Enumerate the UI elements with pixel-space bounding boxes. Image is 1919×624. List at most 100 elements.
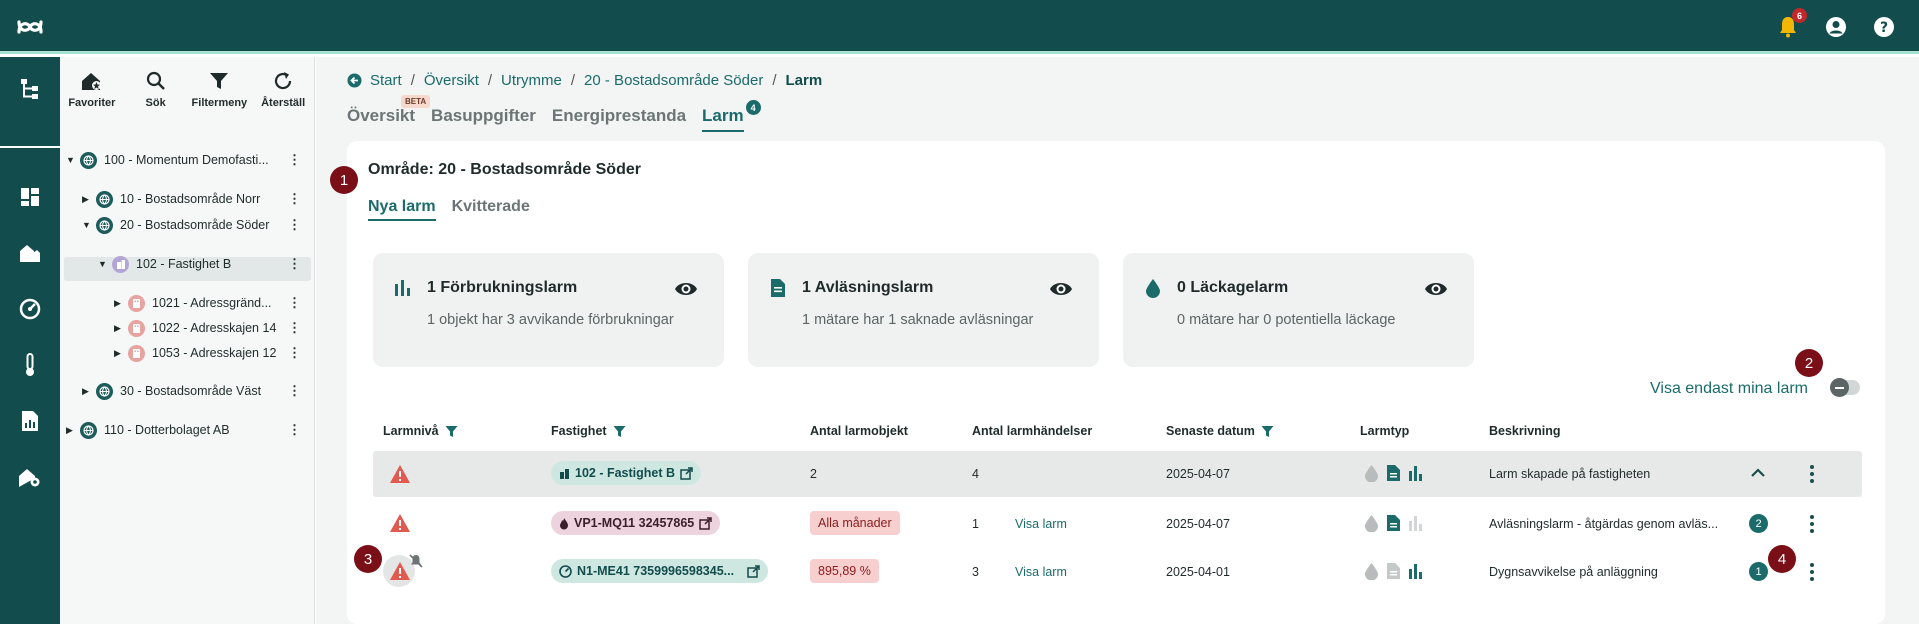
tree-node-10[interactable]: ▶ 10 - Bostadsområde Norr ⋮ xyxy=(82,188,311,210)
property-icon[interactable] xyxy=(0,233,60,273)
summary-card-forbrukning: 1 Förbrukningslarm 1 objekt har 3 avvika… xyxy=(373,253,724,367)
external-link-icon[interactable] xyxy=(747,564,760,578)
filter-icon[interactable] xyxy=(1261,425,1274,438)
row-menu-kebab-icon[interactable] xyxy=(1809,465,1815,483)
visa-larm-link[interactable]: Visa larm xyxy=(1015,565,1067,579)
header-antal-larmhandelser: Antal larmhändelser xyxy=(972,424,1092,438)
favorites-button[interactable]: Favoriter xyxy=(62,71,122,109)
report-document-icon[interactable] xyxy=(0,401,60,441)
tree-node-100[interactable]: ▼ 100 - Momentum Demofasti... ⋮ xyxy=(66,149,311,171)
mine-alarms-label: Visa endast mina larm xyxy=(1650,380,1808,397)
globe-icon xyxy=(96,382,113,400)
settings-building-icon[interactable] xyxy=(0,457,60,497)
tree-node-30[interactable]: ▶ 30 - Bostadsområde Väst ⋮ xyxy=(82,380,311,402)
thermometer-icon[interactable] xyxy=(0,345,60,385)
summary-desc: 1 mätare har 1 saknade avläsningar xyxy=(802,312,1034,328)
water-drop-icon xyxy=(1365,465,1378,482)
breadcrumb-omrade[interactable]: 20 - Bostadsområde Söder xyxy=(584,72,763,89)
notifications-bell-icon[interactable]: 6 xyxy=(1775,8,1807,40)
eye-icon[interactable] xyxy=(1049,277,1073,301)
caret-right-icon[interactable]: ▶ xyxy=(114,298,128,309)
dashboard-icon[interactable] xyxy=(0,177,60,217)
fastighet-pill[interactable]: 102 - Fastighet B xyxy=(551,461,702,485)
filter-menu-button[interactable]: Filtermeny xyxy=(189,71,249,109)
subtab-nya-larm[interactable]: Nya larm xyxy=(368,198,436,221)
tree-toolbar: Favoriter Sök Filtermeny Återställ xyxy=(60,71,315,109)
rail-divider xyxy=(0,146,60,148)
breadcrumb-current: Larm xyxy=(785,72,823,89)
reset-button[interactable]: Återställ xyxy=(253,71,313,109)
sub-tabs: Nya larm Kvitterade xyxy=(368,198,530,221)
tab-label: Översikt xyxy=(347,106,416,125)
caret-down-icon[interactable]: ▼ xyxy=(66,155,80,165)
momentum-logo-icon[interactable] xyxy=(16,16,44,38)
summary-title: 1 Avläsningslarm xyxy=(802,279,934,296)
mine-alarms-toggle[interactable] xyxy=(1830,378,1860,397)
water-drop-icon xyxy=(1146,279,1160,298)
summary-card-lackage: 0 Läckagelarm 0 mätare har 0 potentiella… xyxy=(1123,253,1474,367)
refresh-icon xyxy=(275,72,292,90)
tree-node-1021[interactable]: ▶ 1021 - Adressgränd... ⋮ xyxy=(114,292,311,314)
account-icon[interactable] xyxy=(1823,14,1849,40)
caret-right-icon[interactable]: ▶ xyxy=(114,323,128,334)
gauge-icon[interactable] xyxy=(0,289,60,329)
cell-antal-handelser: 3 xyxy=(972,565,979,579)
subtab-kvitterade[interactable]: Kvitterade xyxy=(452,198,530,221)
more-options-icon[interactable]: ⋮ xyxy=(288,217,301,233)
more-options-icon[interactable]: ⋮ xyxy=(288,320,301,336)
search-button[interactable]: Sök xyxy=(126,71,186,109)
more-options-icon[interactable]: ⋮ xyxy=(288,422,301,438)
row-menu-kebab-icon[interactable] xyxy=(1809,563,1815,581)
more-options-icon[interactable]: ⋮ xyxy=(288,191,301,207)
document-icon xyxy=(771,279,785,297)
bar-chart-icon xyxy=(1409,564,1422,579)
filter-icon[interactable] xyxy=(613,425,626,438)
caret-down-icon[interactable]: ▼ xyxy=(98,259,112,269)
tab-oversikt[interactable]: Översikt BETA xyxy=(347,95,431,132)
tree-node-20[interactable]: ▼ 20 - Bostadsområde Söder ⋮ xyxy=(82,214,311,236)
more-options-icon[interactable]: ⋮ xyxy=(288,256,301,272)
bar-chart-icon xyxy=(1409,466,1422,481)
caret-down-icon[interactable]: ▼ xyxy=(82,220,96,230)
more-options-icon[interactable]: ⋮ xyxy=(288,152,301,168)
bar-chart-icon xyxy=(1409,516,1422,531)
external-link-icon[interactable] xyxy=(699,516,712,530)
cell-beskrivning: Avläsningslarm - åtgärdas genom avläs... xyxy=(1489,517,1719,531)
breadcrumb-utrymme[interactable]: Utrymme xyxy=(501,72,562,89)
breadcrumb-start[interactable]: Start xyxy=(370,72,402,89)
caret-right-icon[interactable]: ▶ xyxy=(114,348,128,359)
external-link-icon[interactable] xyxy=(680,466,693,480)
document-icon xyxy=(1387,515,1400,531)
caret-right-icon[interactable]: ▶ xyxy=(82,386,96,397)
tree-node-label: 100 - Momentum Demofasti... xyxy=(104,153,269,167)
cell-beskrivning: Larm skapade på fastigheten xyxy=(1489,467,1651,481)
help-icon[interactable]: ? xyxy=(1871,14,1897,40)
chevron-up-icon[interactable] xyxy=(1751,468,1765,478)
step-marker-1: 1 xyxy=(330,166,358,194)
back-arrow-icon[interactable] xyxy=(347,73,362,88)
tree-node-1053[interactable]: ▶ 1053 - Adresskajen 12 ⋮ xyxy=(114,342,311,364)
tree-node-102[interactable]: ▼ 102 - Fastighet B ⋮ xyxy=(98,253,311,275)
row-menu-kebab-icon[interactable] xyxy=(1809,515,1815,533)
visa-larm-link[interactable]: Visa larm xyxy=(1015,517,1067,531)
search-label: Sök xyxy=(145,97,166,109)
tab-larm[interactable]: Larm 4 xyxy=(702,100,761,132)
more-options-icon[interactable]: ⋮ xyxy=(288,345,301,361)
meter-pill[interactable]: VP1-MQ11 32457865 xyxy=(551,511,721,535)
more-options-icon[interactable]: ⋮ xyxy=(288,383,301,399)
eye-icon[interactable] xyxy=(674,277,698,301)
caret-right-icon[interactable]: ▶ xyxy=(82,194,96,205)
eye-icon[interactable] xyxy=(1424,277,1448,301)
more-options-icon[interactable]: ⋮ xyxy=(288,295,301,311)
breadcrumb-oversikt[interactable]: Översikt xyxy=(424,72,479,89)
toggle-knob xyxy=(1830,378,1849,397)
tree-node-110[interactable]: ▶ 110 - Dotterbolaget AB ⋮ xyxy=(66,419,311,441)
filter-icon[interactable] xyxy=(445,425,458,438)
tab-energiprestanda[interactable]: Energiprestanda xyxy=(552,106,686,132)
caret-right-icon[interactable]: ▶ xyxy=(66,425,80,436)
warning-triangle-icon xyxy=(390,514,410,532)
tree-structure-icon[interactable] xyxy=(0,69,60,109)
tab-basuppgifter[interactable]: Basuppgifter xyxy=(431,106,536,132)
tree-node-1022[interactable]: ▶ 1022 - Adresskajen 14 ⋮ xyxy=(114,317,311,339)
electricity-meter-pill[interactable]: N1-ME41 7359996598345... xyxy=(551,559,769,583)
